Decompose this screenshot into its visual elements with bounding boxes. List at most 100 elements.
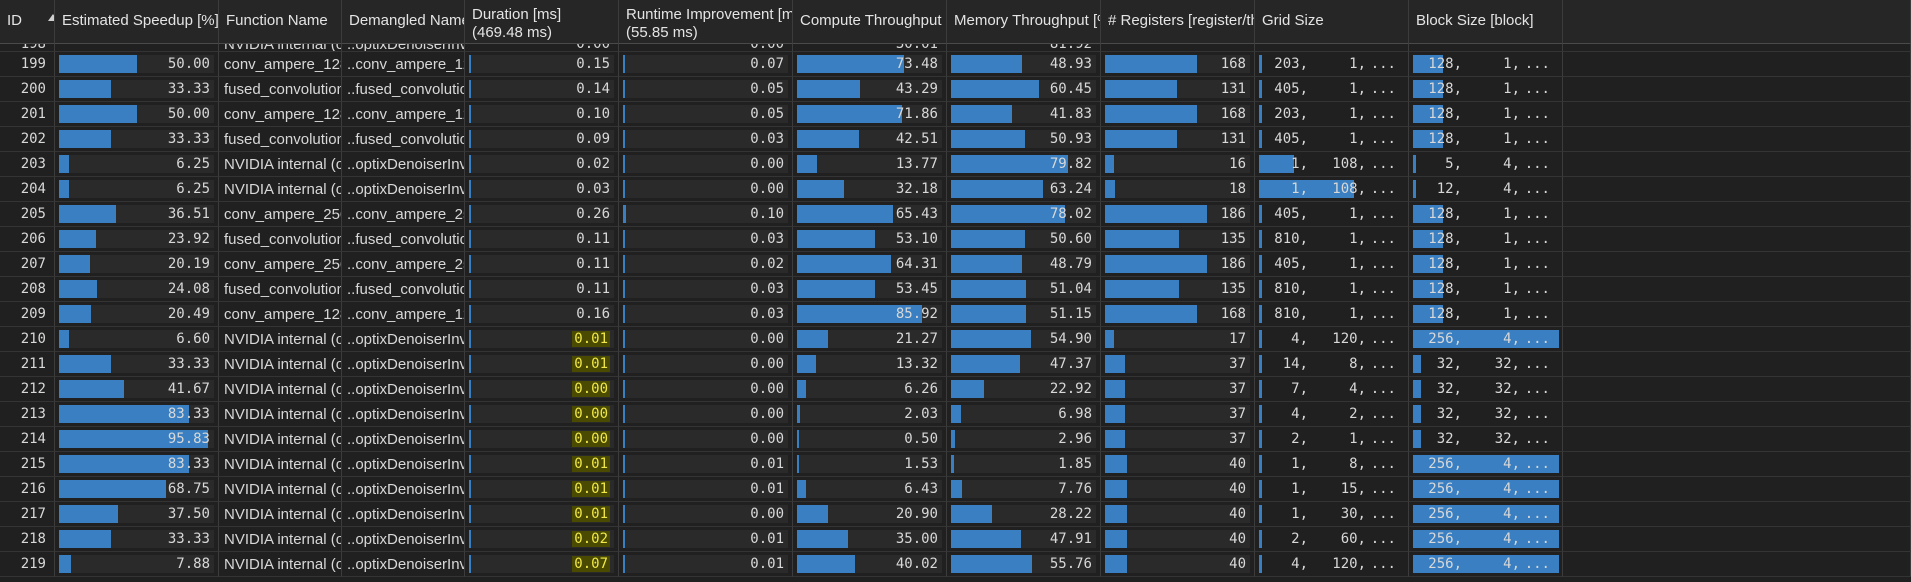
table-row[interactable]: 219 7.88 NVIDIA internal (op... ..optixDeno… [0,552,1911,577]
cell-mt: 1.85 [947,452,1101,477]
id-value: 198 [20,44,46,52]
table-row[interactable]: 199 50.00 conv_ampere_128... ..conv_ampere_… [0,52,1911,77]
reg-bar [1105,205,1208,223]
table-row[interactable]: 211 33.33 NVIDIA internal (op... ..optixDen… [0,352,1911,377]
column-header-reg[interactable]: # Registers [register/thread [1101,0,1255,44]
func-value: conv_ampere_256... [224,256,341,273]
cell-func: NVIDIA internal (op... [219,477,342,502]
cell-id: 213 [0,402,55,427]
table-row[interactable]: 208 24.08 fused_convolutions... ..fused_con… [0,277,1911,302]
rt-bar [623,380,625,398]
column-header-ct[interactable]: Compute Throughput [%] [793,0,947,44]
ct-bar [797,180,844,198]
ct-bar [797,155,818,173]
cell-bs: 32, 32,... [1409,352,1563,377]
table-row[interactable]: 200 33.33 fused_convolutions... ..fused_con… [0,77,1911,102]
cell-rt: 0.00 [619,502,793,527]
gs-bar [1259,355,1262,373]
table-row[interactable]: 215 83.33 NVIDIA internal (op... ..optixDen… [0,452,1911,477]
id-value: 206 [20,231,46,247]
table-row[interactable]: 201 50.00 conv_ampere_128... ..conv_ampere_… [0,102,1911,127]
cell-dur: 0.01 [465,477,619,502]
table-row[interactable]: 205 36.51 conv_ampere_256... ..conv_ampere_… [0,202,1911,227]
column-header-rt[interactable]: Runtime Improvement [ms] (55.85 ms) [619,0,793,44]
bs-part: ... [1524,381,1550,397]
table-row[interactable]: 218 33.33 NVIDIA internal (op... ..optixDen… [0,527,1911,552]
table-row[interactable]: 202 33.33 fused_convolutions... ..fused_con… [0,127,1911,152]
cell-gs: 4, 2,... [1255,402,1409,427]
cell-rt: 0.00 [619,402,793,427]
gs-bar [1259,255,1262,273]
gs-part: ... [1370,431,1396,447]
column-header-mt[interactable]: Memory Throughput [%] [947,0,1101,44]
speed-bar [59,505,118,523]
column-header-bs[interactable]: Block Size [block] [1409,0,1563,44]
table-row[interactable]: 214 95.83 NVIDIA internal (op... ..optixDen… [0,427,1911,452]
ct-value: 64.31 [895,256,938,272]
gs-part: 120, [1332,556,1366,572]
gs-part: ... [1370,81,1396,97]
table-row[interactable]: 213 83.33 NVIDIA internal (op... ..optixDen… [0,402,1911,427]
gs-bar [1259,505,1262,523]
cell-reg: 135 [1101,227,1255,252]
cell-dem: ..optixDenoiserInvo... [342,177,465,202]
cell-ct: 6.43 [793,477,947,502]
sort-ascending-icon[interactable] [48,14,54,21]
gs-part: 108, [1332,181,1366,197]
reg-bar [1105,555,1127,573]
table-row[interactable]: 204 6.25 NVIDIA internal (op... ..optixDeno… [0,177,1911,202]
dem-value: ..optixDenoiserInvo... [347,181,464,198]
cell-ct: 13.77 [793,152,947,177]
ct-bar [797,280,876,298]
mt-bar [951,405,962,423]
ct-value: 85.92 [895,306,938,322]
cell-id: 208 [0,277,55,302]
ct-value: 32.18 [895,181,938,197]
gs-part: 108, [1332,156,1366,172]
reg-value: 131 [1220,81,1246,97]
table-row[interactable]: 203 6.25 NVIDIA internal (op... ..optixDeno… [0,152,1911,177]
cell-id: 211 [0,352,55,377]
cell-speed: 20.19 [55,252,219,277]
table-row[interactable]: 217 37.50 NVIDIA internal (op... ..optixDen… [0,502,1911,527]
column-header-dur[interactable]: Duration [ms] (469.48 ms) [465,0,619,44]
cell-gs: 1, 108,... [1255,152,1409,177]
dur-value: 0.15 [576,56,610,72]
mt-bar [951,305,1026,323]
mt-bar [951,530,1021,548]
column-header-gs[interactable]: Grid Size [1255,0,1409,44]
table-row[interactable]: 210 6.60 NVIDIA internal (op... ..optixDeno… [0,327,1911,352]
rt-bar [623,80,625,98]
rt-value: 0.01 [750,481,784,497]
reg-bar [1105,80,1177,98]
id-value: 201 [20,106,46,122]
cell-mt: 78.02 [947,202,1101,227]
row-filler [1563,252,1911,277]
table-row[interactable]: 198 NVIDIA internal (op... ..optixDenoiser… [0,44,1911,52]
column-header-id[interactable]: ID [0,0,55,44]
func-value: NVIDIA internal (op... [224,506,341,523]
gs-part: ... [1370,356,1396,372]
cell-dur: 0.14 [465,77,619,102]
bs-part: 1, [1503,56,1520,72]
table-row[interactable]: 207 20.19 conv_ampere_256... ..conv_ampere_… [0,252,1911,277]
bs-part: 1, [1503,206,1520,222]
rt-value: 0.00 [750,381,784,397]
rt-value: 0.01 [750,531,784,547]
column-header-dem[interactable]: Demangled Name [342,0,465,44]
cell-mt: 48.79 [947,252,1101,277]
cell-ct: 53.10 [793,227,947,252]
ct-value: 13.32 [895,356,938,372]
column-header-func[interactable]: Function Name [219,0,342,44]
bs-part: 32, [1494,431,1520,447]
reg-value: 135 [1220,281,1246,297]
mt-value: 50.93 [1049,131,1092,147]
cell-dur: 0.09 [465,127,619,152]
table-row[interactable]: 206 23.92 fused_convolutions... ..fused_con… [0,227,1911,252]
table-row[interactable]: 209 20.49 conv_ampere_128... ..conv_ampere_… [0,302,1911,327]
column-header-speed[interactable]: Estimated Speedup [%] [55,0,219,44]
table-row[interactable]: 212 41.67 NVIDIA internal (op... ..optixDen… [0,377,1911,402]
table-row[interactable]: 216 68.75 NVIDIA internal (op... ..optixDen… [0,477,1911,502]
mt-bar [951,430,956,448]
bs-part: ... [1524,356,1550,372]
